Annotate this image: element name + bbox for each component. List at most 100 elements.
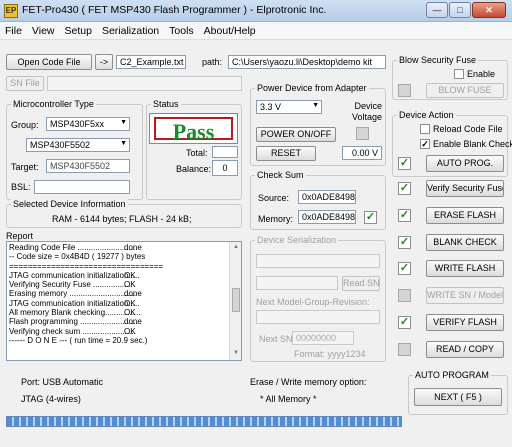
report-box[interactable]: Reading Code File ......................… — [6, 241, 242, 361]
action-checkbox[interactable]: ✓ — [398, 235, 411, 249]
blow-fuse-button[interactable]: BLOW FUSE — [426, 83, 504, 98]
action-checkbox[interactable]: ✓ — [398, 316, 411, 329]
action-button[interactable]: Verify Security Fuse — [426, 180, 504, 197]
app-window: EP FET-Pro430 ( FET MSP430 Flash Program… — [0, 0, 512, 447]
power-on-off-button[interactable]: POWER ON/OFF — [256, 127, 336, 142]
arrow-button[interactable]: -> — [95, 54, 113, 70]
window-title: FET-Pro430 ( FET MSP430 Flash Programmer… — [22, 4, 327, 16]
device-info-text: RAM - 6144 bytes; FLASH - 24 kB; — [52, 214, 192, 224]
scroll-thumb[interactable] — [232, 288, 240, 312]
progress-fill — [7, 417, 401, 426]
action-button[interactable]: WRITE SN / Model — [426, 287, 504, 305]
report-line: Erasing memory .........................… — [7, 289, 229, 298]
code-file-name-field[interactable]: C2_Example.txt — [116, 55, 186, 69]
title-bar[interactable]: EP FET-Pro430 ( FET MSP430 Flash Program… — [0, 0, 512, 22]
balance-label: Balance: — [176, 164, 212, 174]
report-lines: Reading Code File ......................… — [7, 243, 229, 345]
action-checkbox[interactable]: ✓ — [398, 182, 411, 195]
action-button[interactable]: ERASE FLASH — [426, 206, 504, 224]
scroll-up-icon[interactable]: ▲ — [233, 244, 239, 250]
sn-format-label: Format: yyyy1234 — [294, 349, 366, 359]
scroll-down-icon[interactable]: ▼ — [233, 350, 239, 356]
balance-field: 0 — [212, 160, 238, 176]
report-line-text: Reading Code File ......................… — [9, 243, 138, 252]
serialization-label: Device Serialization — [255, 235, 339, 245]
status-label: Status — [151, 99, 181, 109]
auto-program-label: AUTO PROGRAM — [413, 370, 491, 380]
total-label: Total: — [186, 148, 208, 158]
reset-button[interactable]: RESET — [256, 146, 316, 161]
bsl-field[interactable] — [34, 180, 130, 194]
report-line-result: OK — [124, 280, 136, 290]
group-select[interactable]: MSP430F5xx ▼ — [46, 117, 130, 131]
report-line: Verifying Security Fuse ................… — [7, 280, 229, 289]
action-button[interactable]: WRITE FLASH — [426, 260, 504, 278]
read-sn-button[interactable]: Read SN — [342, 276, 380, 291]
report-line-text: Verifying Security Fuse ................… — [9, 280, 131, 290]
report-line-text: ================================= — [9, 261, 164, 271]
reload-code-file-checkbox[interactable] — [420, 124, 430, 134]
report-line-text: Verifying check sum ....................… — [9, 326, 136, 336]
menu-setup[interactable]: Setup — [60, 22, 97, 40]
next-sn-label: Next SN: — [259, 334, 296, 344]
next-model-revision-field[interactable] — [256, 310, 380, 324]
report-line-result: OK — [124, 270, 136, 280]
minimize-button[interactable]: — — [426, 2, 448, 18]
menu-tools[interactable]: Tools — [164, 22, 199, 40]
path-field[interactable]: C:\Users\yaozu.li\Desktop\demo kit — [228, 55, 386, 69]
target-label: Target: — [11, 162, 39, 172]
sn-file-button[interactable]: SN File — [6, 76, 44, 91]
app-icon: EP — [4, 4, 18, 18]
report-line: ------ D O N E --- ( run time = 20.9 sec… — [7, 336, 229, 345]
report-line: ================================= — [7, 262, 229, 271]
report-line: Reading Code File ......................… — [7, 243, 229, 252]
sn-file-field[interactable] — [47, 76, 242, 91]
action-checkbox[interactable] — [398, 289, 411, 303]
action-button[interactable]: VERIFY FLASH — [426, 314, 504, 331]
checksum-ok-icon: ✓ — [364, 211, 377, 224]
report-label: Report — [6, 231, 34, 241]
device-select[interactable]: MSP430F5502 ▼ — [26, 138, 130, 152]
chevron-down-icon: ▼ — [120, 140, 127, 147]
voltage-select[interactable]: 3.3 V ▼ — [256, 100, 322, 114]
menu-serialization[interactable]: Serialization — [97, 22, 164, 40]
enable-fuse-checkbox[interactable] — [454, 69, 464, 79]
report-line-text: All memory Blank checking...............… — [9, 308, 141, 318]
report-line-result: done — [124, 317, 142, 327]
action-button[interactable]: READ / COPY — [426, 340, 504, 358]
security-fuse-label: Blow Security Fuse — [397, 55, 479, 65]
action-button[interactable]: BLANK CHECK — [426, 233, 504, 251]
report-line: JTAG communication initialization..... OK — [7, 299, 229, 308]
open-code-file-button[interactable]: Open Code File — [6, 54, 92, 70]
erase-option-value: * All Memory * — [260, 394, 317, 404]
report-scrollbar[interactable]: ▲ ▼ — [229, 242, 241, 360]
action-checkbox[interactable]: ✓ — [398, 262, 411, 276]
action-checkbox[interactable] — [398, 342, 411, 356]
chevron-down-icon: ▼ — [120, 119, 127, 126]
menu-about-help[interactable]: About/Help — [199, 22, 261, 40]
device-select-value: MSP430F5502 — [30, 140, 91, 150]
source-label: Source: — [258, 193, 290, 203]
auto-prog-button[interactable]: AUTO PROG. — [426, 155, 504, 172]
serialization-field-2[interactable] — [256, 276, 338, 290]
blank-check-label: Enable Blank Check — [433, 139, 512, 149]
blow-fuse-indicator — [398, 84, 411, 97]
menu-view[interactable]: View — [27, 22, 60, 40]
total-field — [212, 146, 238, 158]
next-sn-field[interactable]: 00000000 — [292, 331, 354, 345]
action-list: ✓ Verify Security Fuse ✓ ERASE FLASH ✓ BLANK … — [392, 178, 508, 364]
maximize-button[interactable]: □ — [449, 2, 471, 18]
blank-check-checkbox[interactable]: ✓ — [420, 139, 430, 149]
serialization-field-1[interactable] — [256, 254, 380, 268]
path-label: path: — [202, 57, 223, 67]
close-button[interactable]: ✕ — [472, 2, 506, 18]
report-line: JTAG communication initialization..... OK — [7, 271, 229, 280]
report-line-text: ------ D O N E --- ( run time = 20.9 sec… — [9, 335, 148, 345]
action-checkbox[interactable]: ✓ — [398, 208, 411, 222]
menu-file[interactable]: File — [0, 22, 27, 40]
report-line-text: -- Code size = 0x4B4D ( 19277 ) bytes — [9, 252, 146, 262]
report-line-text: JTAG communication initialization..... — [9, 270, 140, 280]
progress-bar — [6, 416, 402, 427]
next-button[interactable]: NEXT ( F5 ) — [414, 388, 502, 406]
memory-label: Memory: — [258, 214, 294, 224]
